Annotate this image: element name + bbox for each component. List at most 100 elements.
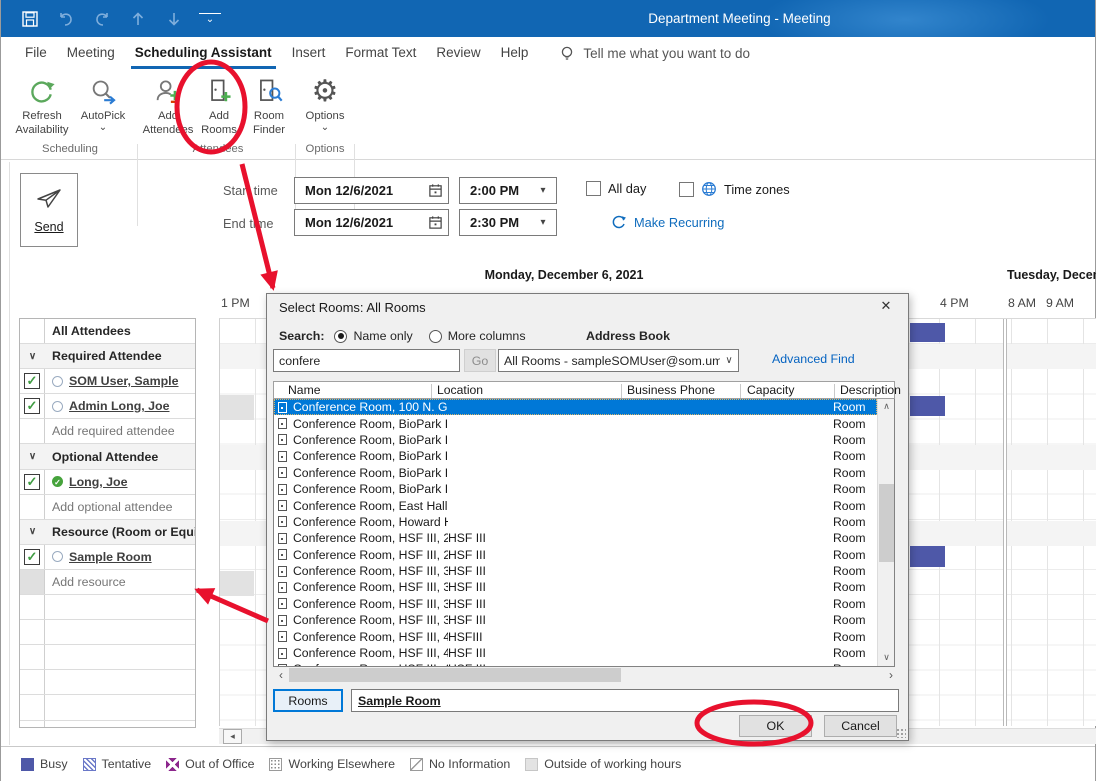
time-dropdown-icon[interactable]: ▾ <box>530 178 556 203</box>
name-only-label[interactable]: Name only <box>353 329 412 343</box>
add-resource-placeholder[interactable]: Add resource <box>45 575 195 589</box>
combo-chevron-icon[interactable]: ∨ <box>720 355 738 366</box>
move-down-icon[interactable] <box>163 8 185 30</box>
vertical-scrollbar[interactable]: ∧ ∨ <box>877 399 894 666</box>
room-row[interactable]: Conference Room, HSF III, 4010 HSFIII Ro… <box>274 628 877 644</box>
time-zones-checkbox-box[interactable] <box>679 182 694 197</box>
scroll-right-icon[interactable]: › <box>889 668 893 682</box>
required-attendee-group-row[interactable]: ∨ Required Attendee <box>20 344 195 369</box>
collapse-chevron-icon[interactable]: ∨ <box>20 520 45 544</box>
scroll-down-icon[interactable]: ∨ <box>878 650 895 666</box>
cancel-button[interactable]: Cancel <box>824 715 897 737</box>
scroll-up-icon[interactable]: ∧ <box>878 399 895 415</box>
attendee-checkbox[interactable]: ✓ <box>24 398 40 414</box>
rooms-list: Conference Room, 100 N. Green... Room Co… <box>273 399 895 667</box>
refresh-availability-button[interactable]: Refresh Availability <box>9 72 75 137</box>
add-optional-attendee-row[interactable]: Add optional attendee <box>20 495 195 520</box>
attendee-name-link[interactable]: SOM User, Sample <box>69 374 179 388</box>
room-row[interactable]: Conference Room, HSF III, 3020 HSF III R… <box>274 579 877 595</box>
attendee-checkbox[interactable]: ✓ <box>24 373 40 389</box>
more-columns-radio[interactable] <box>429 330 442 343</box>
room-row[interactable]: Conference Room, 100 N. Green... Room <box>274 399 877 415</box>
room-row[interactable]: Conference Room, HSF III, 2102 HSF III R… <box>274 547 877 563</box>
more-columns-label[interactable]: More columns <box>448 329 526 343</box>
tell-me-box[interactable]: Tell me what you want to do <box>560 45 750 63</box>
save-icon[interactable] <box>19 8 41 30</box>
optional-attendee-group-row[interactable]: ∨ Optional Attendee <box>20 444 195 469</box>
add-rooms-button[interactable]: Add Rooms <box>194 72 244 137</box>
calendar-scroll-left-button[interactable]: ◂ <box>223 729 242 744</box>
all-day-checkbox-box[interactable] <box>586 181 601 196</box>
scrollbar-thumb[interactable] <box>879 484 894 562</box>
column-capacity[interactable]: Capacity <box>747 383 794 397</box>
column-description[interactable]: Description <box>840 383 901 397</box>
room-row[interactable]: Conference Room, Howard Hall ... Room <box>274 514 877 530</box>
add-required-attendee-placeholder[interactable]: Add required attendee <box>45 424 195 438</box>
resize-grip[interactable] <box>896 728 906 738</box>
room-row[interactable]: Conference Room, BioPark II, 509 Room <box>274 415 877 431</box>
add-resource-row[interactable]: Add resource <box>20 570 195 595</box>
name-only-radio[interactable] <box>334 330 347 343</box>
end-time-input[interactable]: 2:30 PM ▾ <box>459 209 557 236</box>
add-required-attendee-row[interactable]: Add required attendee <box>20 419 195 444</box>
collapse-chevron-icon[interactable]: ∨ <box>20 344 45 368</box>
customize-qat-icon[interactable]: ⌄ <box>199 13 221 24</box>
collapse-chevron-icon[interactable]: ∨ <box>20 444 45 468</box>
rooms-button[interactable]: Rooms <box>273 689 343 712</box>
search-input[interactable]: confere <box>273 349 460 372</box>
start-date-input[interactable]: Mon 12/6/2021 <box>294 177 449 204</box>
calendar-picker-icon[interactable] <box>422 210 448 235</box>
column-location[interactable]: Location <box>437 383 483 397</box>
add-attendees-button[interactable]: Add Attendees <box>142 72 194 137</box>
scroll-left-icon[interactable]: ‹ <box>273 668 289 682</box>
attendee-name-link[interactable]: Admin Long, Joe <box>69 399 170 413</box>
address-book-dropdown[interactable]: All Rooms - sampleSOMUser@som.umaryla ∨ <box>498 349 739 372</box>
rooms-field[interactable]: Sample Room <box>351 689 899 712</box>
column-name[interactable]: Name <box>288 383 321 397</box>
tab-help[interactable]: Help <box>491 37 539 70</box>
tab-file[interactable]: File <box>15 37 57 70</box>
room-row[interactable]: Conference Room, BioPark II, 602 Room <box>274 448 877 464</box>
room-row[interactable]: Conference Room, HSF III, 3102 HSF III R… <box>274 596 877 612</box>
autopick-button[interactable]: AutoPick ⌄ <box>75 72 131 132</box>
resource-group-row[interactable]: ∨ Resource (Room or Equip... <box>20 520 195 545</box>
close-icon[interactable]: ✕ <box>874 298 898 318</box>
tab-insert[interactable]: Insert <box>282 37 336 70</box>
tab-format-text[interactable]: Format Text <box>335 37 426 70</box>
make-recurring-link[interactable]: Make Recurring <box>611 214 724 230</box>
room-row[interactable]: Conference Room, HSF III, 3118 HSF III R… <box>274 612 877 628</box>
end-date-input[interactable]: Mon 12/6/2021 <box>294 209 449 236</box>
go-button[interactable]: Go <box>464 349 496 372</box>
room-row[interactable]: Conference Room, HSF III, 3010 HSF III R… <box>274 563 877 579</box>
room-finder-button[interactable]: Room Finder <box>244 72 294 137</box>
attendee-checkbox[interactable]: ✓ <box>24 474 40 490</box>
room-row[interactable]: Conference Room, BioPark II, 529 Room <box>274 432 877 448</box>
all-day-checkbox[interactable]: All day <box>586 181 646 196</box>
tab-scheduling-assistant[interactable]: Scheduling Assistant <box>125 37 282 70</box>
column-business-phone[interactable]: Business Phone <box>627 383 715 397</box>
advanced-find-link[interactable]: Advanced Find <box>772 352 855 366</box>
room-row[interactable]: Conference Room, BioPark II, 605 Room <box>274 465 877 481</box>
ok-button[interactable]: OK <box>739 715 812 737</box>
redo-icon[interactable] <box>91 8 113 30</box>
add-optional-attendee-placeholder[interactable]: Add optional attendee <box>45 500 195 514</box>
attendee-name-link[interactable]: Sample Room <box>69 550 152 564</box>
room-row[interactable]: Conference Room, HSF III, 2010 HSF III R… <box>274 530 877 546</box>
options-button[interactable]: ⚙ Options ⌄ <box>298 72 352 132</box>
room-row[interactable]: Conference Room, East Hall Roo... Room <box>274 497 877 513</box>
room-row[interactable]: Conference Room, BioPark II, 639 Room <box>274 481 877 497</box>
tab-meeting[interactable]: Meeting <box>57 37 125 70</box>
attendee-name-link[interactable]: Long, Joe <box>69 475 128 489</box>
move-up-icon[interactable] <box>127 8 149 30</box>
horizontal-scrollbar[interactable]: ‹ › <box>273 667 895 683</box>
attendee-checkbox[interactable]: ✓ <box>24 549 40 565</box>
room-row[interactable]: Conference Room, HSF III, 4020 HSF III R… <box>274 645 877 661</box>
time-dropdown-icon[interactable]: ▾ <box>530 210 556 235</box>
calendar-picker-icon[interactable] <box>422 178 448 203</box>
tab-review[interactable]: Review <box>426 37 490 70</box>
start-time-input[interactable]: 2:00 PM ▾ <box>459 177 557 204</box>
send-button[interactable]: Send <box>20 173 78 247</box>
time-zones-checkbox[interactable]: Time zones <box>679 181 790 197</box>
undo-icon[interactable] <box>55 8 77 30</box>
scrollbar-thumb[interactable] <box>289 668 621 682</box>
